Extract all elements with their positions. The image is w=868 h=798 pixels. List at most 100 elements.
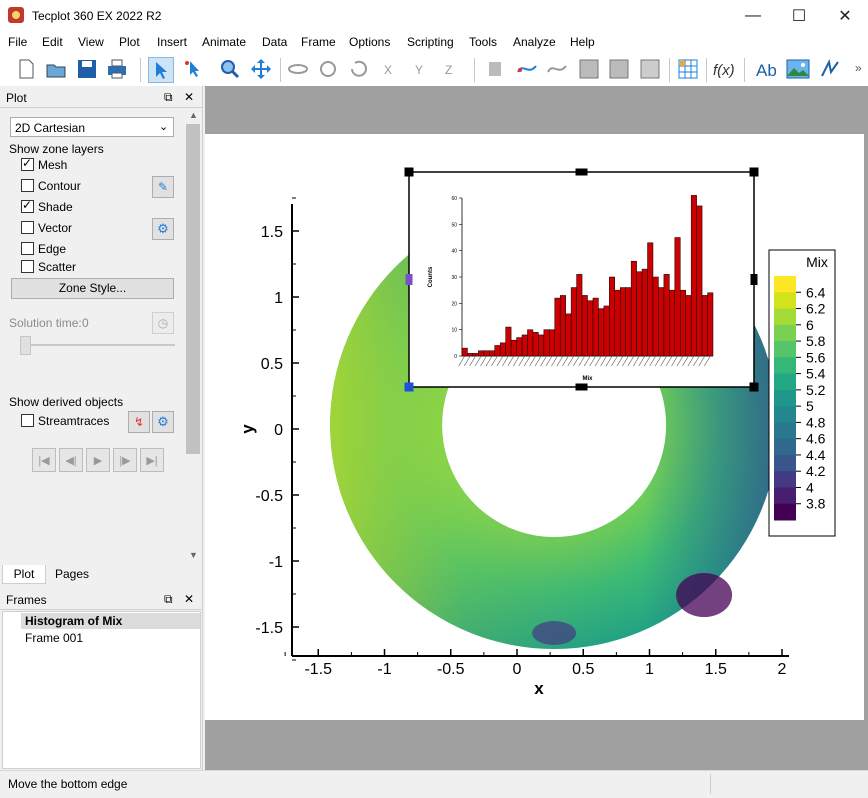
- play-button[interactable]: ▶: [86, 448, 110, 472]
- x-rotate-icon[interactable]: X: [379, 57, 403, 81]
- menu-view[interactable]: View: [78, 35, 104, 49]
- maximize-button[interactable]: ☐: [776, 0, 822, 31]
- float-panel-icon[interactable]: ⧉: [164, 90, 173, 105]
- streamtraces-checkbox[interactable]: [21, 414, 34, 427]
- menu-plot[interactable]: Plot: [119, 35, 140, 49]
- text-icon[interactable]: Ab: [754, 57, 778, 81]
- vector-checkbox[interactable]: [21, 221, 34, 234]
- menu-edit[interactable]: Edit: [42, 35, 63, 49]
- save-icon[interactable]: [75, 57, 99, 81]
- legend-swatch: [774, 454, 796, 472]
- histogram-frame[interactable]: 0 10 20 30 40 50 60 Mix Counts: [404, 167, 759, 392]
- streamtrace-details-button[interactable]: ⚙: [152, 411, 174, 433]
- x-tick-label: 2: [778, 661, 787, 678]
- x-tick-label: 1.5: [705, 661, 727, 678]
- close-button[interactable]: ✕: [822, 0, 868, 31]
- zone-style-button[interactable]: Zone Style...: [11, 278, 174, 299]
- menu-options[interactable]: Options: [349, 35, 390, 49]
- toolbar: X Y Z f(x) Ab »: [0, 52, 868, 87]
- frame-item-frame-001[interactable]: Frame 001: [25, 631, 83, 645]
- first-step-button[interactable]: |◀: [32, 448, 56, 472]
- close-panel-icon[interactable]: ✕: [184, 592, 194, 606]
- menu-scripting[interactable]: Scripting: [407, 35, 454, 49]
- new-layout-icon[interactable]: [14, 57, 38, 81]
- probe-icon[interactable]: [483, 57, 507, 81]
- resize-handle[interactable]: [750, 274, 758, 285]
- resize-handle[interactable]: [404, 167, 414, 177]
- slider-handle[interactable]: [20, 336, 31, 355]
- close-panel-icon[interactable]: ✕: [184, 90, 194, 104]
- histogram-bar: [609, 276, 616, 357]
- legend-level-label: 5: [806, 398, 814, 414]
- menu-insert[interactable]: Insert: [157, 35, 187, 49]
- resize-handle[interactable]: [404, 382, 414, 392]
- step-forward-button[interactable]: |▶: [113, 448, 137, 472]
- contour-legend[interactable]: Mix 6.46.265.85.65.45.254.84.64.44.243.8: [768, 249, 836, 537]
- plot-type-dropdown[interactable]: 2D Cartesian ⌄: [10, 117, 174, 137]
- equation-icon[interactable]: f(x): [712, 57, 736, 81]
- print-icon[interactable]: [105, 57, 129, 81]
- menu-help[interactable]: Help: [570, 35, 595, 49]
- line-icon[interactable]: [818, 57, 842, 81]
- open-layout-icon[interactable]: [44, 57, 68, 81]
- solution-time-label: Solution time:: [9, 316, 82, 330]
- menu-data[interactable]: Data: [262, 35, 287, 49]
- scroll-up-icon[interactable]: ▲: [189, 110, 198, 120]
- mesh-checkbox[interactable]: [21, 156, 34, 171]
- last-step-button[interactable]: ▶|: [140, 448, 164, 472]
- y-tick-label: -0.5: [255, 488, 283, 505]
- scatter-checkbox[interactable]: [21, 260, 34, 273]
- frame-item-histogram[interactable]: Histogram of Mix: [21, 613, 200, 629]
- zoom-icon[interactable]: [218, 57, 242, 81]
- solution-time-options-button[interactable]: ◷: [152, 312, 174, 334]
- x-tick-label: 1: [645, 661, 654, 678]
- resize-handle[interactable]: [749, 382, 759, 392]
- resize-handle[interactable]: [575, 168, 588, 176]
- menu-animate[interactable]: Animate: [202, 35, 246, 49]
- plot-canvas[interactable]: -1.5 -1 -0.5 0 0.5 1 1.5 2 1.5 1 0.5 0 -0.5 -1 -1.5 Mi…: [205, 134, 864, 720]
- step-back-button[interactable]: ◀|: [59, 448, 83, 472]
- adjustor-icon[interactable]: [181, 57, 205, 81]
- contour-checkbox[interactable]: [21, 179, 34, 192]
- scrollbar-thumb[interactable]: [186, 124, 200, 454]
- vector-details-button[interactable]: ⚙: [152, 218, 174, 240]
- spherical-rotate-icon[interactable]: [347, 57, 371, 81]
- rotate-icon[interactable]: [286, 57, 310, 81]
- slice-icon[interactable]: [545, 57, 569, 81]
- plot-panel-scrollbar[interactable]: ▲ ▼: [186, 110, 200, 562]
- z-rotate-icon[interactable]: Z: [440, 57, 464, 81]
- translate-icon[interactable]: [249, 57, 273, 81]
- legend-swatch: [774, 438, 796, 456]
- menu-frame[interactable]: Frame: [301, 35, 336, 49]
- selector-icon[interactable]: [148, 57, 174, 83]
- workspace-icon[interactable]: [676, 57, 700, 81]
- zone-icon[interactable]: [638, 57, 662, 81]
- rollerball-icon[interactable]: [316, 57, 340, 81]
- streamtrace-placement-button[interactable]: ↯: [128, 411, 150, 433]
- histogram-bar: [554, 297, 561, 357]
- scroll-down-icon[interactable]: ▼: [189, 550, 198, 560]
- solution-time-slider[interactable]: [20, 344, 175, 346]
- image-icon[interactable]: [786, 57, 810, 81]
- histogram-bar: [461, 347, 468, 357]
- low-mix-region: [532, 621, 577, 646]
- resize-handle[interactable]: [405, 274, 413, 285]
- menu-file[interactable]: File: [8, 35, 27, 49]
- contour-details-button[interactable]: ✎: [152, 176, 174, 198]
- y-rotate-icon[interactable]: Y: [410, 57, 434, 81]
- edge-checkbox[interactable]: [21, 242, 34, 255]
- contour-lines-icon[interactable]: [577, 57, 601, 81]
- toolbar-overflow-button[interactable]: »: [855, 61, 862, 75]
- float-panel-icon[interactable]: ⧉: [164, 592, 173, 607]
- menu-tools[interactable]: Tools: [469, 35, 497, 49]
- menu-analyze[interactable]: Analyze: [513, 35, 556, 49]
- tab-plot[interactable]: Plot: [2, 565, 46, 584]
- iso-surface-icon[interactable]: [607, 57, 631, 81]
- resize-handle[interactable]: [749, 167, 759, 177]
- app-logo-icon: [8, 7, 24, 23]
- streamtrace-icon[interactable]: [515, 57, 539, 81]
- shade-checkbox[interactable]: [21, 198, 34, 213]
- minimize-button[interactable]: —: [730, 0, 776, 31]
- resize-handle[interactable]: [575, 383, 588, 391]
- tab-pages[interactable]: Pages: [46, 565, 98, 583]
